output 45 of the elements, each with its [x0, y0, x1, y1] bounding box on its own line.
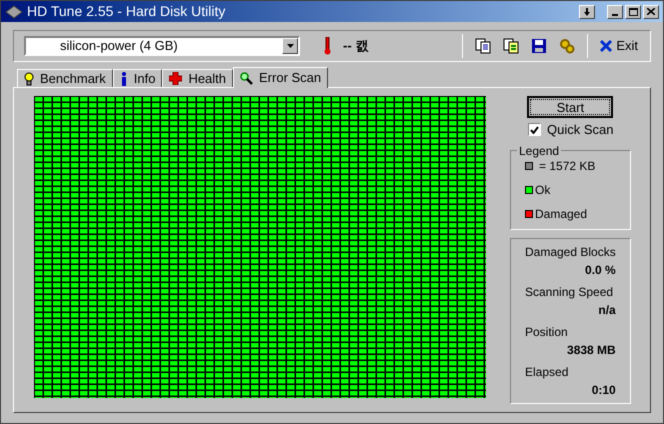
close-button[interactable] [643, 4, 659, 18]
legend-label: = 1572 KB [539, 158, 596, 174]
quick-scan-label: Quick Scan [547, 121, 614, 139]
stat-value: 0.0 % [585, 262, 616, 278]
maximize-icon [628, 8, 638, 16]
legend-label: Ok [535, 182, 550, 198]
magnifier-icon [240, 72, 254, 84]
maximize-button[interactable] [625, 4, 641, 18]
settings-icon[interactable] [559, 38, 576, 54]
save-icon[interactable] [531, 38, 548, 54]
quick-scan-checkbox[interactable] [528, 123, 541, 136]
caret-icon [286, 44, 294, 48]
drive-dropdown[interactable]: silicon-power (4 GB) [24, 36, 300, 56]
copy-all-icon[interactable] [503, 38, 520, 54]
health-cross-icon [169, 72, 182, 85]
tab[interactable]: Benchmark [17, 69, 113, 87]
menu-button[interactable] [579, 4, 595, 18]
stat-label: Scanning Speed [525, 284, 614, 300]
tab[interactable]: Error Scan [233, 67, 328, 88]
stat-label: Elapsed [525, 364, 568, 380]
lightbulb-icon [24, 72, 34, 86]
minimize-icon [612, 14, 618, 16]
stat-label: Damaged Blocks [525, 244, 616, 260]
exit-button[interactable]: Exit [600, 36, 642, 56]
checkmark-icon [530, 126, 539, 134]
down-arrow-icon [583, 8, 591, 16]
stat-value: 0:10 [592, 382, 616, 398]
stat-value: 3838 MB [567, 342, 616, 358]
disk-app-icon [5, 4, 23, 18]
stat-label: Position [525, 324, 568, 340]
copy-icon[interactable] [475, 38, 492, 54]
close-icon [600, 40, 612, 52]
tab[interactable]: Health [162, 69, 234, 87]
window-title: HD Tune 2.55 - Hard Disk Utility [27, 2, 226, 21]
minimize-button[interactable] [607, 4, 623, 18]
start-button[interactable]: Start [527, 96, 614, 118]
close-icon [647, 8, 655, 15]
temperature-reading: -- 캜 [343, 37, 368, 56]
thermometer-icon [324, 37, 331, 55]
dropdown-button[interactable] [282, 38, 298, 54]
stat-value: n/a [598, 302, 616, 318]
legend-label: Damaged [535, 206, 588, 222]
drive-name: silicon-power (4 GB) [59, 37, 179, 56]
tab[interactable]: Info [112, 69, 162, 87]
info-icon [120, 72, 128, 86]
